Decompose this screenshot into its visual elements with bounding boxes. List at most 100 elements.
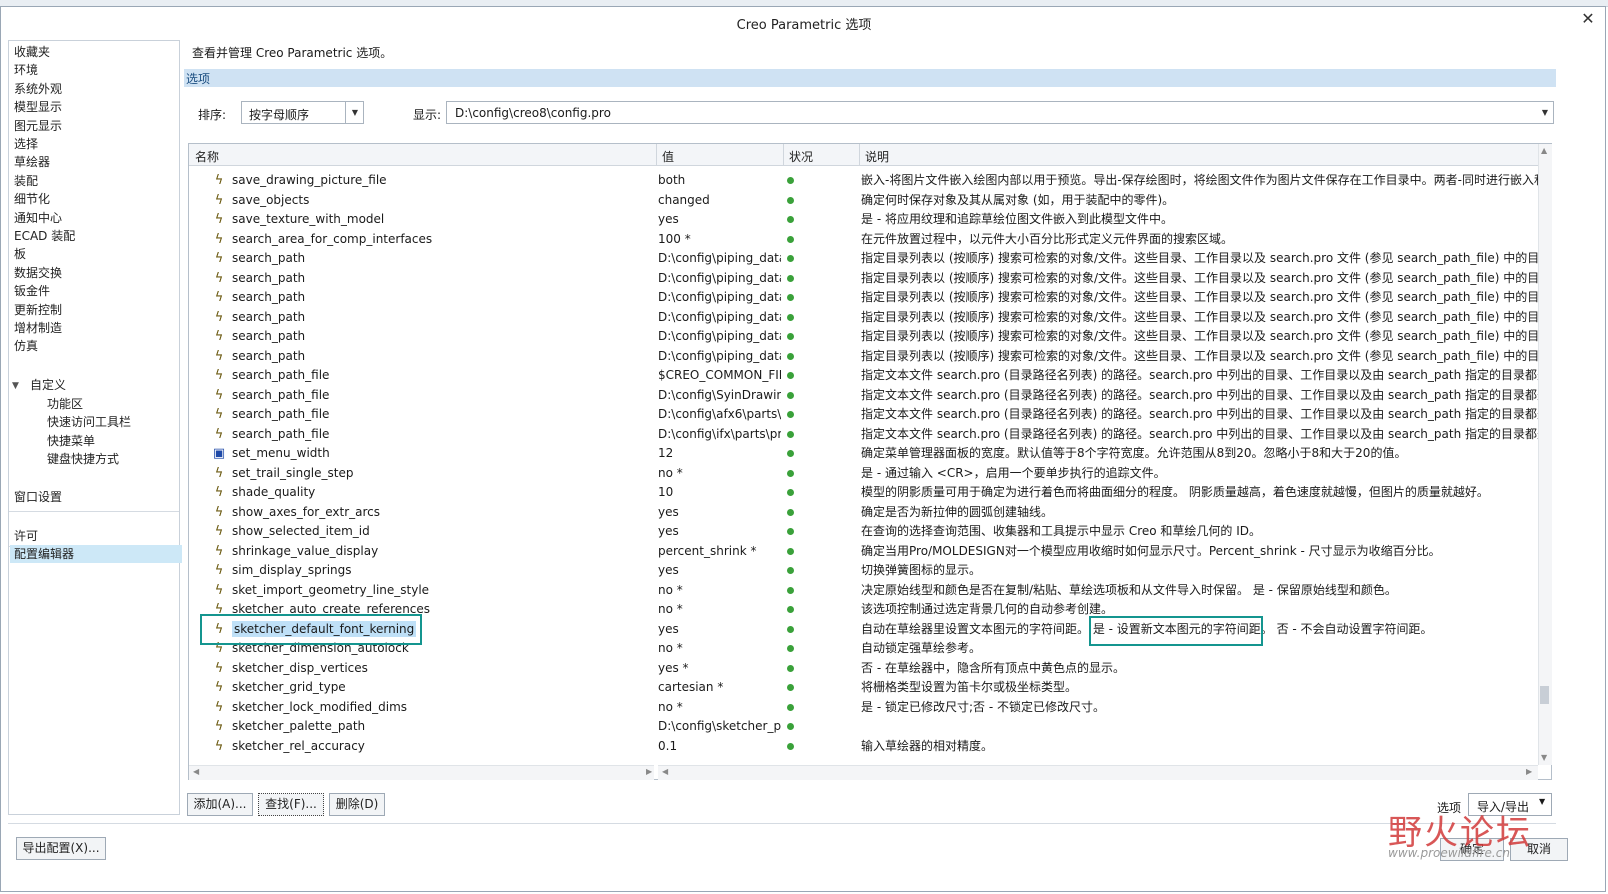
column-header-value[interactable]: 值 bbox=[662, 148, 674, 165]
show-dropdown[interactable] bbox=[446, 101, 1554, 124]
option-value[interactable]: D:\config\piping_data bbox=[658, 249, 781, 269]
table-row[interactable]: ϟ set_trail_single_step no * 是 - 通过输入 <CR>，… bbox=[189, 464, 1538, 484]
table-row[interactable]: ϟ sketcher_rel_accuracy 0.1 输入草绘器的相对精度。 bbox=[189, 737, 1538, 757]
nav-item[interactable]: 收藏夹 bbox=[14, 43, 50, 61]
column-divider[interactable] bbox=[859, 144, 860, 165]
scroll-right-icon[interactable]: ▶ bbox=[1526, 767, 1532, 776]
table-row[interactable]: ▣ set_menu_width 12 确定菜单管理器面板的宽度。默认值等于8个字符宽… bbox=[189, 444, 1538, 464]
table-row[interactable]: ϟ save_drawing_picture_file both 嵌入-将图片文件嵌入… bbox=[189, 171, 1538, 191]
table-row[interactable]: ϟ save_objects changed 确定何时保存对象及其从属对象 (如，用于… bbox=[189, 191, 1538, 211]
table-row[interactable]: ϟ search_path_file $CREO_COMMON_FILES 指定文本文… bbox=[189, 366, 1538, 386]
option-value[interactable]: D:\config\ifx\parts\pro bbox=[658, 425, 781, 445]
option-value[interactable]: 10 bbox=[658, 483, 781, 503]
table-row[interactable]: ϟ sketcher_lock_modified_dims no * 是 - 锁定已修… bbox=[189, 698, 1538, 718]
scroll-left-icon[interactable]: ◀ bbox=[662, 767, 668, 776]
column-header-name[interactable]: 名称 bbox=[195, 148, 219, 165]
table-row[interactable]: ϟ show_axes_for_extr_arcs yes 确定是否为新拉伸的圆弧创建… bbox=[189, 503, 1538, 523]
horizontal-scrollbar[interactable] bbox=[658, 765, 1538, 780]
table-row[interactable]: ϟ search_path D:\config\piping_data 指定目录列表以… bbox=[189, 269, 1538, 289]
column-divider[interactable] bbox=[783, 144, 784, 165]
table-row[interactable]: ϟ search_path D:\config\piping_data 指定目录列表以… bbox=[189, 249, 1538, 269]
nav-license[interactable]: 许可 bbox=[14, 527, 38, 545]
nav-item[interactable]: 钣金件 bbox=[14, 282, 50, 300]
nav-item[interactable]: 通知中心 bbox=[14, 209, 62, 227]
option-value[interactable]: cartesian * bbox=[658, 678, 781, 698]
delete-button[interactable]: 删除(D) bbox=[329, 793, 385, 816]
nav-item[interactable]: 数据交换 bbox=[14, 264, 62, 282]
table-row[interactable]: ϟ save_texture_with_model yes 是 - 将应用纹理和追踪草… bbox=[189, 210, 1538, 230]
option-value[interactable]: D:\config\piping_data bbox=[658, 308, 781, 328]
scroll-down-icon[interactable]: ▼ bbox=[1541, 753, 1547, 762]
nav-item[interactable]: 系统外观 bbox=[14, 80, 62, 98]
table-row[interactable]: ϟ sket_import_geometry_line_style no * 决定原始… bbox=[189, 581, 1538, 601]
option-value[interactable]: D:\config\afx6\parts\p bbox=[658, 405, 781, 425]
option-value[interactable]: yes bbox=[658, 620, 781, 640]
option-value[interactable]: percent_shrink * bbox=[658, 542, 781, 562]
option-value[interactable]: D:\config\SyinDrawing bbox=[658, 386, 781, 406]
find-button[interactable]: 查找(F)... bbox=[258, 793, 324, 816]
nav-keyboard-shortcuts[interactable]: 键盘快捷方式 bbox=[47, 450, 119, 468]
nav-shortcut-menu[interactable]: 快捷菜单 bbox=[47, 432, 95, 450]
scrollbar-thumb[interactable] bbox=[1540, 686, 1549, 704]
table-row[interactable]: ϟ search_path_file D:\config\afx6\parts\p 指… bbox=[189, 405, 1538, 425]
scroll-left-icon[interactable]: ◀ bbox=[193, 767, 199, 776]
table-row[interactable]: ϟ search_path_file D:\config\SyinDrawing 指定… bbox=[189, 386, 1538, 406]
chevron-down-icon[interactable]: ▼ bbox=[345, 102, 364, 123]
nav-item[interactable]: 环境 bbox=[14, 61, 38, 79]
add-button[interactable]: 添加(A)... bbox=[187, 793, 253, 816]
option-value[interactable]: no * bbox=[658, 639, 781, 659]
column-header-description[interactable]: 说明 bbox=[865, 148, 889, 165]
option-value[interactable]: $CREO_COMMON_FILES bbox=[658, 366, 781, 386]
option-value[interactable]: D:\config\sketcher_pa bbox=[658, 717, 781, 737]
scroll-right-icon[interactable]: ▶ bbox=[646, 767, 652, 776]
table-row[interactable]: ϟ search_path D:\config\piping_data 指定目录列表以… bbox=[189, 288, 1538, 308]
table-row[interactable]: ϟ search_path D:\config\piping_data 指定目录列表以… bbox=[189, 327, 1538, 347]
export-config-button[interactable]: 导出配置(X)... bbox=[16, 837, 106, 860]
option-value[interactable]: no * bbox=[658, 581, 781, 601]
nav-item[interactable]: 更新控制 bbox=[14, 301, 62, 319]
nav-item[interactable]: 图元显示 bbox=[14, 117, 62, 135]
option-value[interactable]: yes bbox=[658, 210, 781, 230]
column-header-status[interactable]: 状况 bbox=[789, 148, 813, 165]
nav-customize[interactable]: 自定义 bbox=[30, 376, 66, 394]
expand-triangle-icon[interactable]: ▼ bbox=[12, 381, 19, 391]
chevron-down-icon[interactable]: ▼ bbox=[1539, 797, 1545, 806]
nav-item[interactable]: 细节化 bbox=[14, 190, 50, 208]
option-value[interactable]: yes bbox=[658, 561, 781, 581]
column-divider[interactable] bbox=[656, 144, 657, 165]
chevron-down-icon[interactable]: ▼ bbox=[1538, 102, 1552, 123]
option-value[interactable]: D:\config\piping_data bbox=[658, 347, 781, 367]
nav-item[interactable]: 装配 bbox=[14, 172, 38, 190]
table-row[interactable]: ϟ sketcher_grid_type cartesian * 将栅格类型设置为笛卡… bbox=[189, 678, 1538, 698]
option-value[interactable]: yes * bbox=[658, 659, 781, 679]
option-value[interactable]: D:\config\piping_data bbox=[658, 327, 781, 347]
option-value[interactable]: both bbox=[658, 171, 781, 191]
nav-window-settings[interactable]: 窗口设置 bbox=[14, 488, 62, 506]
nav-item[interactable]: 板 bbox=[14, 245, 26, 263]
option-value[interactable]: D:\config\piping_data bbox=[658, 269, 781, 289]
table-row[interactable]: ϟ search_area_for_comp_interfaces 100 * 在元件… bbox=[189, 230, 1538, 250]
table-row[interactable]: ϟ search_path_file D:\config\ifx\parts\pro… bbox=[189, 425, 1538, 445]
option-value[interactable]: 0.1 bbox=[658, 737, 781, 757]
nav-quick-access-toolbar[interactable]: 快速访问工具栏 bbox=[47, 413, 131, 431]
option-value[interactable]: no * bbox=[658, 464, 781, 484]
nav-item[interactable]: ECAD 装配 bbox=[14, 227, 75, 245]
option-value[interactable]: changed bbox=[658, 191, 781, 211]
nav-config-editor[interactable]: 配置编辑器 bbox=[10, 545, 182, 563]
nav-ribbon[interactable]: 功能区 bbox=[47, 395, 83, 413]
option-value[interactable]: 12 bbox=[658, 444, 781, 464]
option-value[interactable]: no * bbox=[658, 600, 781, 620]
table-row[interactable]: ϟ shrinkage_value_display percent_shrink *… bbox=[189, 542, 1538, 562]
option-value[interactable]: 100 * bbox=[658, 230, 781, 250]
table-row[interactable]: ϟ search_path D:\config\piping_data 指定目录列表以… bbox=[189, 347, 1538, 367]
option-value[interactable]: no * bbox=[658, 698, 781, 718]
nav-item[interactable]: 仿真 bbox=[14, 337, 38, 355]
option-value[interactable]: D:\config\piping_data bbox=[658, 288, 781, 308]
table-row[interactable]: ϟ show_selected_item_id yes 在查询的选择查询范围、收集器和… bbox=[189, 522, 1538, 542]
nav-item[interactable]: 增材制造 bbox=[14, 319, 62, 337]
option-value[interactable]: yes bbox=[658, 503, 781, 523]
nav-item[interactable]: 草绘器 bbox=[14, 153, 50, 171]
scroll-up-icon[interactable]: ▲ bbox=[1541, 146, 1547, 155]
table-row[interactable]: ϟ shade_quality 10 模型的阴影质量可用于确定为进行着色而将曲面细分的… bbox=[189, 483, 1538, 503]
option-value[interactable]: yes bbox=[658, 522, 781, 542]
